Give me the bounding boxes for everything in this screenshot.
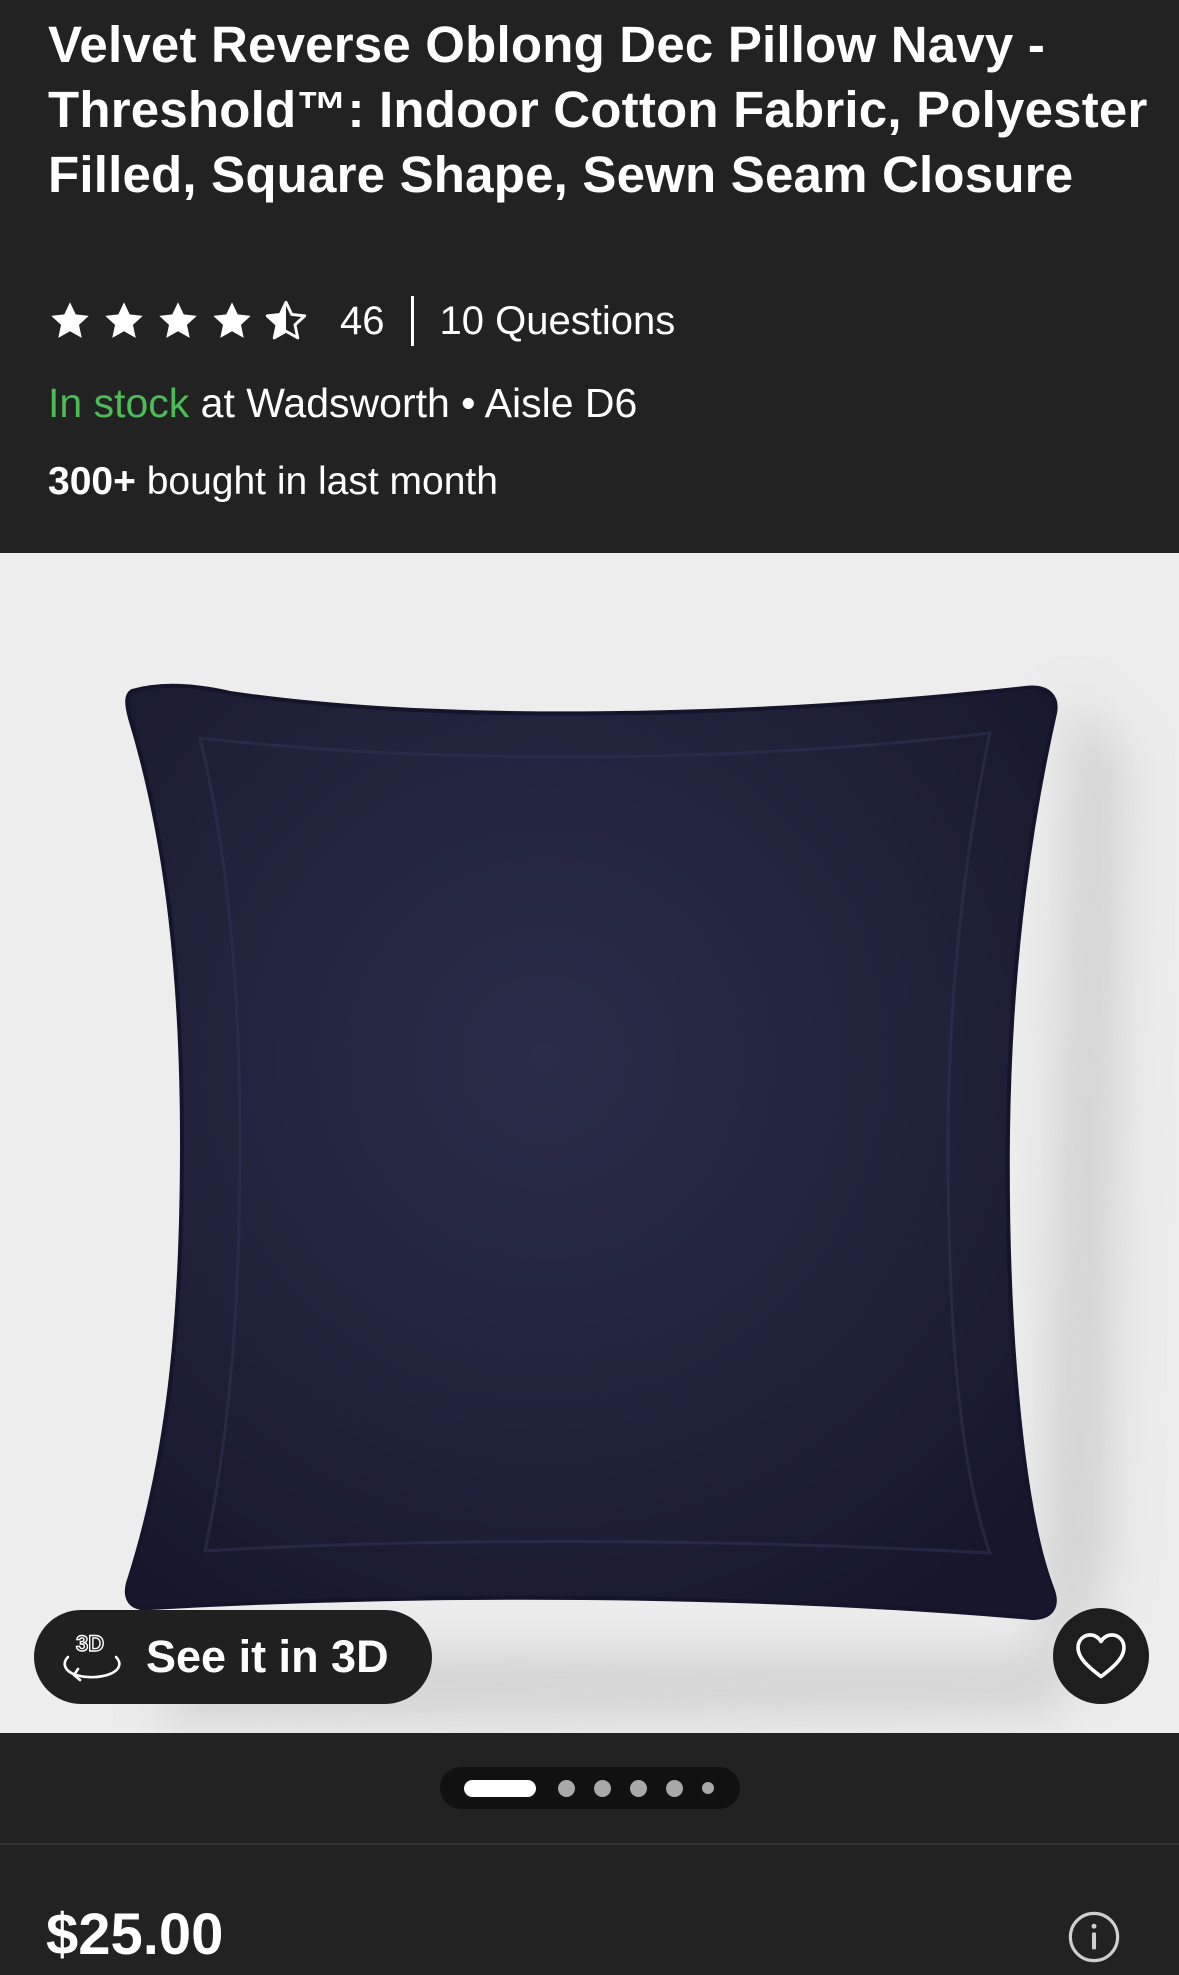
carousel-dot[interactable] — [702, 1782, 714, 1794]
see-in-3d-button[interactable]: 3D See it in 3D — [34, 1610, 432, 1704]
star-icon — [105, 302, 143, 338]
store-aisle-label: at Wadsworth • Aisle D6 — [189, 380, 638, 426]
rating-row[interactable]: 46 10 Questions — [48, 294, 675, 348]
carousel-dot[interactable] — [666, 1779, 683, 1797]
price: $25.00 — [46, 1902, 224, 1967]
carousel-dots[interactable] — [440, 1767, 740, 1809]
product-title: Velvet Reverse Oblong Dec Pillow Navy - … — [48, 16, 1148, 203]
carousel-dot[interactable] — [558, 1779, 575, 1797]
star-icon — [213, 302, 251, 338]
review-count[interactable]: 46 — [340, 299, 385, 344]
carousel-dot[interactable] — [630, 1779, 647, 1797]
product-header: Velvet Reverse Oblong Dec Pillow Navy - … — [0, 0, 1179, 553]
carousel-dot[interactable] — [594, 1779, 611, 1797]
stock-status[interactable]: In stock at Wadsworth • Aisle D6 — [48, 378, 637, 428]
star-icon — [159, 302, 197, 338]
rating-divider — [410, 296, 414, 346]
svg-text:3D: 3D — [76, 1631, 104, 1656]
rating-stars — [48, 299, 318, 343]
carousel-dot-active[interactable] — [464, 1779, 536, 1797]
favorite-button[interactable] — [1053, 1608, 1149, 1704]
carousel-indicator-bar — [0, 1733, 1179, 1843]
pillow-image — [124, 683, 1125, 1723]
in-stock-label: In stock — [48, 380, 190, 426]
bought-label: bought in last month — [135, 460, 498, 503]
info-icon[interactable] — [1067, 1910, 1121, 1964]
see-in-3d-label: See it in 3D — [146, 1631, 389, 1682]
star-icon — [51, 302, 89, 338]
section-divider — [0, 1843, 1179, 1845]
product-image[interactable] — [0, 553, 1179, 1733]
3d-rotate-icon: 3D — [63, 1630, 121, 1682]
bought-count: 300+ — [48, 460, 136, 503]
star-half-icon — [265, 300, 307, 340]
heart-icon — [1076, 1633, 1126, 1679]
bought-last-month: 300+ bought in last month — [48, 458, 498, 506]
questions-link[interactable]: 10 Questions — [440, 299, 676, 344]
